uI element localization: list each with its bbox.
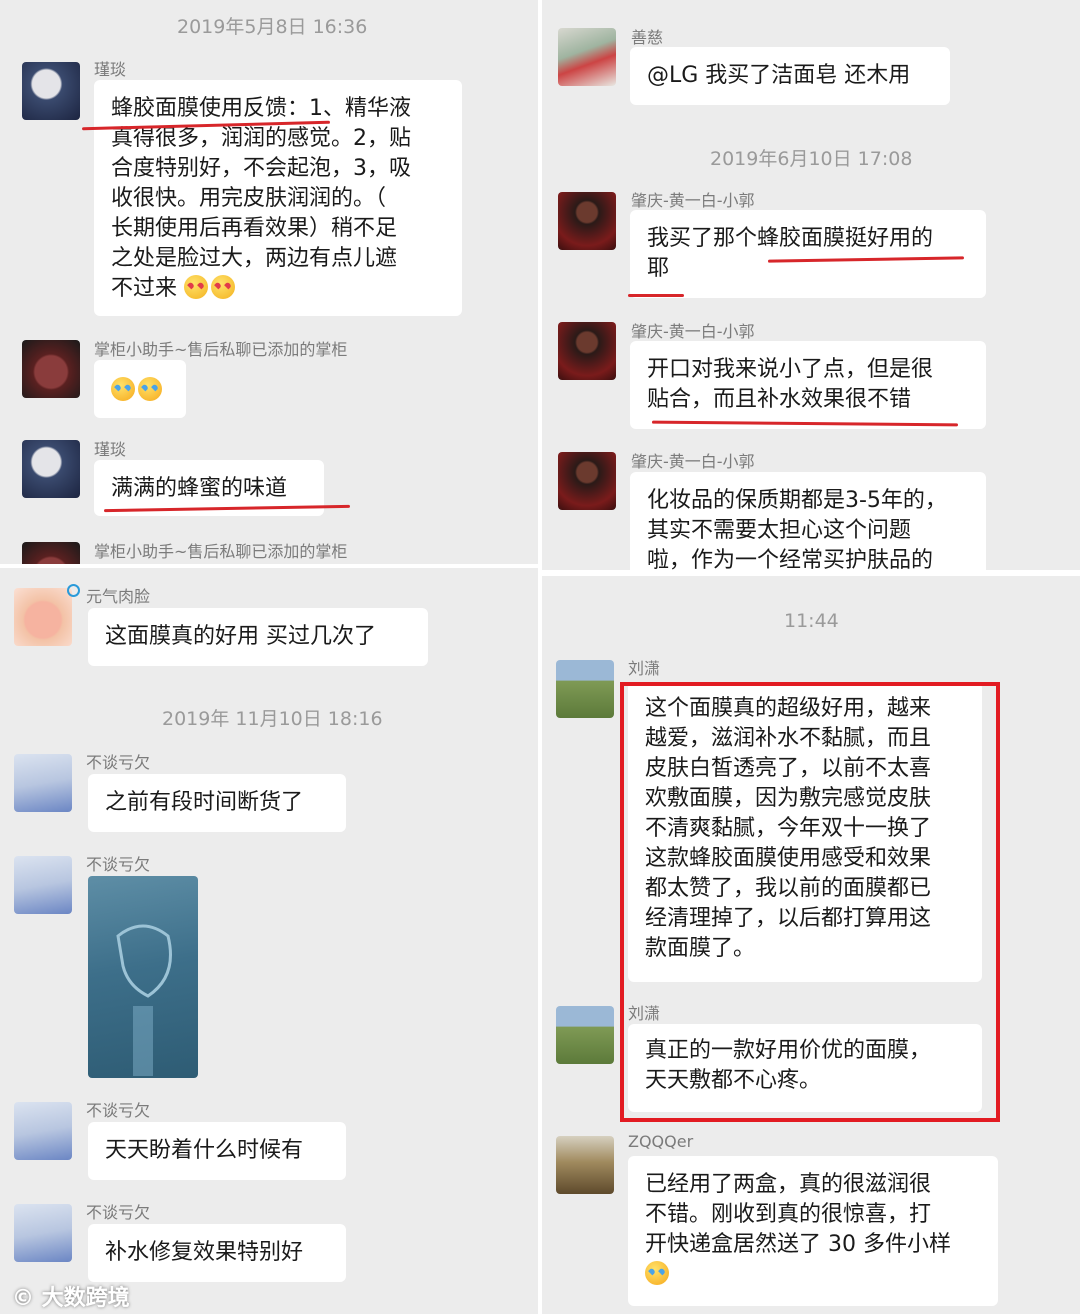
chat-panel-top-right: 善慈 @LG 我买了洁面皂 还木用 2019年6月10日 17:08 肇庆-黄一… xyxy=(542,0,1080,570)
avatar[interactable] xyxy=(14,754,72,812)
message-line: 化妆品的保质期都是3-5年的， xyxy=(647,488,947,513)
avatar[interactable] xyxy=(22,62,80,120)
message-bubble[interactable]: 开口对我来说小了点，但是很 贴合，而且补水效果很不错 xyxy=(630,341,986,429)
message-line: 不错。刚收到真的很惊喜，打 xyxy=(645,1202,932,1227)
message-bubble[interactable]: 化妆品的保质期都是3-5年的， 其实不需要太担心这个问题 啦，作为一个经常买护肤… xyxy=(630,472,986,570)
message-line: 之处是脸过大，两边有点儿遮 xyxy=(111,246,398,271)
heart-eyes-icon xyxy=(211,275,236,299)
avatar[interactable] xyxy=(14,856,72,914)
sender-name: 不谈亏欠 xyxy=(86,753,151,772)
sender-name: 掌柜小助手~售后私聊已添加的掌柜 xyxy=(94,340,348,359)
message-line: 之前有段时间断货了 xyxy=(105,790,304,815)
message-bubble[interactable]: 之前有段时间断货了 xyxy=(88,774,346,832)
timestamp: 2019年 11月10日 18:16 xyxy=(162,708,383,730)
avatar[interactable] xyxy=(556,1136,614,1194)
sender-name: 肇庆-黄一白-小郭 xyxy=(631,452,755,471)
message-bubble[interactable]: 蜂胶面膜使用反馈：1、精华液 真得很多，润润的感觉。2，贴 合度特别好，不会起泡… xyxy=(94,80,462,316)
highlight-box xyxy=(620,682,1000,1122)
message-bubble[interactable]: 这面膜真的好用 买过几次了 xyxy=(88,608,428,666)
message-line: 贴合，而且补水效果很不错 xyxy=(647,387,912,412)
timestamp: 2019年6月10日 17:08 xyxy=(710,148,913,170)
avatar[interactable] xyxy=(558,192,616,250)
mask-outline-image xyxy=(116,924,172,1076)
message-bubble[interactable]: 已经用了两盒，真的很滋润很 不错。刚收到真的很惊喜，打 开快递盒居然送了 30 … xyxy=(628,1156,998,1306)
timestamp: 2019年5月8日 16:36 xyxy=(177,16,368,38)
heart-eyes-icon xyxy=(184,275,209,299)
sender-name: 肇庆-黄一白-小郭 xyxy=(631,191,755,210)
message-line: 开口对我来说小了点，但是很 xyxy=(647,357,934,382)
avatar[interactable] xyxy=(14,588,72,646)
avatar[interactable] xyxy=(22,542,80,564)
avatar[interactable] xyxy=(558,28,616,86)
sender-name: 瑾琰 xyxy=(94,60,127,79)
watermark: © 大数跨境 xyxy=(12,1286,130,1311)
message-line: 补水修复效果特别好 xyxy=(105,1240,304,1265)
sender-name: 元气肉脸 xyxy=(86,587,151,606)
sender-name: 不谈亏欠 xyxy=(86,855,151,874)
message-line: 其实不需要太担心这个问题 xyxy=(647,518,912,543)
timestamp: 11:44 xyxy=(784,610,839,632)
sender-name: ZQQQer xyxy=(628,1132,694,1151)
message-line: 蜂胶面膜使用反馈：1、精华液 xyxy=(111,96,411,121)
red-underline xyxy=(628,294,684,297)
message-bubble[interactable]: 我买了那个蜂胶面膜挺好用的 耶 xyxy=(630,210,986,298)
message-line: 已经用了两盒，真的很滋润很 xyxy=(645,1172,932,1197)
clapping-icon xyxy=(111,377,135,401)
message-bubble[interactable]: @LG 我买了洁面皂 还木用 xyxy=(630,47,950,105)
message-line: 满满的蜂蜜的味道 xyxy=(111,476,288,501)
message-line: 收很快。用完皮肤润润的。（ xyxy=(111,186,387,211)
avatar[interactable] xyxy=(22,340,80,398)
watermark-logo-icon: © xyxy=(12,1286,34,1311)
online-status-icon xyxy=(67,584,80,597)
sender-name: 善慈 xyxy=(631,28,664,47)
message-line: 我买了那个蜂胶面膜挺好用的 xyxy=(647,226,934,251)
message-line: 合度特别好，不会起泡，3，吸 xyxy=(111,156,411,181)
avatar[interactable] xyxy=(556,1006,614,1064)
message-line: 长期使用后再看效果）稍不足 xyxy=(111,216,398,241)
avatar[interactable] xyxy=(558,322,616,380)
avatar[interactable] xyxy=(558,452,616,510)
message-line: 这面膜真的好用 买过几次了 xyxy=(105,624,376,649)
avatar[interactable] xyxy=(556,660,614,718)
chat-panel-bottom-right: 11:44 刘潇 这个面膜真的超级好用，越来 越爱，滋润补水不黏腻，而且 皮肤白… xyxy=(542,576,1080,1314)
message-bubble[interactable]: 补水修复效果特别好 xyxy=(88,1224,346,1282)
sender-name: 不谈亏欠 xyxy=(86,1203,151,1222)
message-line: @LG 我买了洁面皂 还木用 xyxy=(647,63,911,88)
sender-name: 掌柜小助手~售后私聊已添加的掌柜 xyxy=(94,542,348,561)
message-line: 不过来 xyxy=(111,276,178,301)
chat-panel-bottom-left: 元气肉脸 这面膜真的好用 买过几次了 2019年 11月10日 18:16 不谈… xyxy=(0,568,538,1314)
sender-name: 不谈亏欠 xyxy=(86,1101,151,1120)
message-bubble[interactable] xyxy=(94,360,186,418)
chat-panel-top-left: 2019年5月8日 16:36 瑾琰 蜂胶面膜使用反馈：1、精华液 真得很多，润… xyxy=(0,0,538,564)
avatar[interactable] xyxy=(22,440,80,498)
message-line: 啦，作为一个经常买护肤品的 xyxy=(647,548,934,570)
message-bubble[interactable]: 天天盼着什么时候有 xyxy=(88,1122,346,1180)
sender-name: 肇庆-黄一白-小郭 xyxy=(631,322,755,341)
message-line: 天天盼着什么时候有 xyxy=(105,1138,304,1163)
avatar[interactable] xyxy=(14,1102,72,1160)
laughing-tears-icon xyxy=(645,1261,669,1285)
product-photo-message[interactable] xyxy=(88,876,198,1078)
avatar[interactable] xyxy=(14,1204,72,1262)
message-line: 真得很多，润润的感觉。2，贴 xyxy=(111,126,411,151)
sender-name: 瑾琰 xyxy=(94,440,127,459)
sender-name: 刘潇 xyxy=(628,659,661,678)
clapping-icon xyxy=(138,377,162,401)
message-line: 开快递盒居然送了 30 多件小样 xyxy=(645,1232,951,1257)
